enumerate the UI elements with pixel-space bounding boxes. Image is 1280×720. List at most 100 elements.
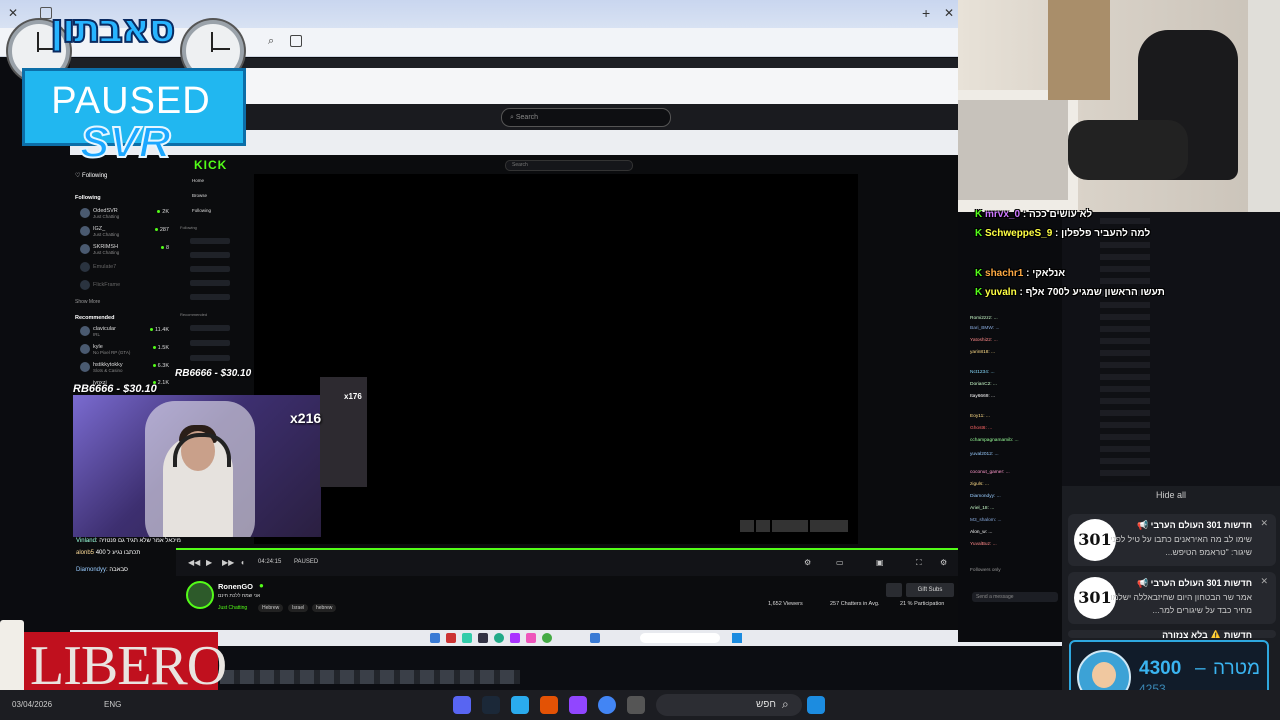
tag[interactable]: Israel	[288, 604, 309, 612]
verified-icon: ●	[259, 581, 264, 590]
nav-following[interactable]: Following	[192, 208, 211, 213]
multiplier-badge: x216	[290, 410, 322, 426]
fullscreen-icon[interactable]: ⛶	[916, 558, 922, 568]
close-icon[interactable]: ✕	[1260, 576, 1268, 587]
channel-item[interactable]: OdedSVR Just Chatting	[93, 208, 119, 220]
nav-home[interactable]: Home	[192, 178, 204, 183]
close-icon[interactable]: ✕	[8, 6, 18, 20]
donation-alert: RB6666 - $30.10	[175, 368, 252, 379]
sidebar-following-link[interactable]: ♡ Following	[75, 172, 107, 179]
notification-card[interactable]: 301 חדשות 301 העולם הערבי 📢 שימו לב מה ה…	[1068, 514, 1276, 566]
channel-logo: סאבתון	[49, 5, 176, 53]
kick-search-input[interactable]: Search	[505, 160, 633, 171]
player-time: 04:24:15	[258, 559, 282, 565]
share-button[interactable]	[886, 583, 902, 597]
stream-title: אני שמח ללכת חינם	[218, 593, 261, 599]
notification-body: אמר שר הבטחון היום שחיזבאללה ישלמו מחיר …	[1110, 592, 1252, 615]
volume-icon[interactable]: ◖	[240, 558, 245, 567]
channel-item[interactable]: IGZ_ Just Chatting	[93, 226, 119, 238]
avatar	[80, 244, 90, 254]
inner-search-placeholder: Search	[515, 114, 539, 121]
search-icon: ⌕	[510, 114, 514, 121]
channel-item[interactable]: FlickFrame	[93, 282, 120, 288]
streamer-name[interactable]: RonenGO	[218, 582, 253, 591]
multiplier-badge: x176	[344, 392, 362, 401]
file-explorer-icon[interactable]	[627, 696, 645, 714]
pip-icon[interactable]: ▣	[876, 558, 884, 567]
gift-subs-button[interactable]: Gift Subs	[906, 583, 954, 597]
avatar	[80, 326, 90, 336]
channel-item[interactable]: Emulate7	[93, 264, 116, 270]
chrome-icon[interactable]	[598, 696, 616, 714]
notification-body: שימו לב מה האיראנים כתבו על טיל לפני שיג…	[1110, 534, 1252, 557]
player-overlay-buttons	[740, 520, 850, 532]
new-tab-button[interactable]: +	[922, 5, 930, 21]
close-icon[interactable]: ✕	[1260, 518, 1268, 529]
theater-icon[interactable]: ▭	[836, 558, 844, 567]
tag[interactable]: hebrew	[312, 604, 337, 612]
tag[interactable]: Hebrew	[258, 604, 284, 612]
svr-label: SVR	[79, 117, 171, 168]
goal-label: מטרה	[1213, 658, 1261, 679]
zoom-icon[interactable]: ⌕	[268, 35, 274, 48]
nav-browse[interactable]: Browse	[192, 193, 207, 198]
viewer-count: 1,652 Viewers	[768, 601, 803, 607]
windows-start-icon[interactable]	[807, 696, 825, 714]
search-icon: ⌕	[782, 697, 789, 711]
avatar	[80, 262, 90, 272]
chat-highlight: K yuvaln : תעשו הראשון שמגיע ל700 אלף	[975, 287, 1165, 298]
player-state: PAUSED	[294, 559, 319, 565]
twitch-icon[interactable]	[569, 696, 587, 714]
chat-panel-extension	[1062, 212, 1280, 486]
channel-item[interactable]: clavicular IRL	[93, 326, 116, 338]
video-player[interactable]	[254, 174, 858, 544]
app-icon[interactable]	[540, 696, 558, 714]
show-more-link[interactable]: Show More	[75, 299, 100, 305]
stream-category[interactable]: Just Chatting	[218, 605, 247, 611]
skip-back-icon[interactable]: ◀◀	[188, 558, 200, 567]
chatters-count: 257 Chatters in Avg.	[830, 601, 880, 607]
donation-alert: RB6666 - $30.10	[73, 383, 157, 395]
chat-highlight: K mrvx_0 : לא עושים ככה	[975, 209, 1093, 220]
notification-title: חדשות ⚠️ בלא צנזורה	[1162, 630, 1252, 638]
taskbar-search[interactable]: חפש ⌕	[656, 694, 802, 716]
window-close-icon[interactable]: ✕	[944, 6, 954, 20]
participation: 21 % Participation	[900, 601, 945, 607]
avatar	[80, 208, 90, 218]
menu-following-label: Following	[180, 225, 197, 230]
discord-icon[interactable]	[453, 696, 471, 714]
telegram-icon[interactable]	[511, 696, 529, 714]
avatar	[80, 344, 90, 354]
paused-label: PAUSED	[51, 80, 211, 122]
taskbar-date: 03/04/2026	[12, 700, 53, 709]
player-controls: ◀◀ ▶ ▶▶ ◖ 04:24:15 PAUSED ⚙ ▭ ▣ ⛶ ⚙	[176, 548, 962, 576]
channel-item[interactable]: SKRIMSH Just Chatting	[93, 244, 119, 256]
notification-card[interactable]: 301 חדשות 301 העולם הערבי 📢 אמר שר הבטחו…	[1068, 572, 1276, 624]
notification-card[interactable]: חדשות ⚠️ בלא צנזורה	[1068, 630, 1276, 638]
skip-forward-icon[interactable]: ▶▶	[222, 558, 234, 567]
stream-info: RonenGO ● אני שמח ללכת חינם Just Chattin…	[180, 575, 962, 630]
menu-recommended-label: Recommended	[180, 312, 208, 317]
play-icon[interactable]: ▶	[206, 558, 212, 567]
notification-title: חדשות 301 העולם הערבי 📢	[1136, 578, 1252, 588]
language-indicator[interactable]: ENG	[104, 700, 121, 709]
share-icon[interactable]	[290, 35, 302, 47]
recommended-section-label: Recommended	[75, 315, 115, 321]
notification-title: חדשות 301 העולם הערבי 📢	[1136, 520, 1252, 530]
avatar	[80, 362, 90, 372]
streamer-webcam	[73, 395, 321, 537]
sponsor-label: LIBERO	[30, 635, 227, 697]
chat-highlight: K SchweppeS_9 : למה להעביר פלפלון	[975, 228, 1151, 239]
chat-input[interactable]: Send a message	[972, 592, 1058, 602]
streamer-avatar[interactable]	[186, 581, 214, 609]
steam-icon[interactable]	[482, 696, 500, 714]
gear-icon[interactable]: ⚙	[940, 558, 947, 567]
goal-current: 4300	[1139, 658, 1182, 679]
settings-icon[interactable]: ⚙	[804, 558, 811, 567]
channel-item[interactable]: kyle No Pixel RP (GTA)	[93, 344, 130, 356]
goal-separator: –	[1195, 658, 1206, 679]
avatar	[80, 280, 90, 290]
channel-item[interactable]: hstikkytokky Slots & Casino	[93, 362, 123, 374]
inner-search-input[interactable]: ⌕ Search	[501, 108, 671, 127]
hide-all-button[interactable]: Hide all	[1062, 490, 1280, 500]
